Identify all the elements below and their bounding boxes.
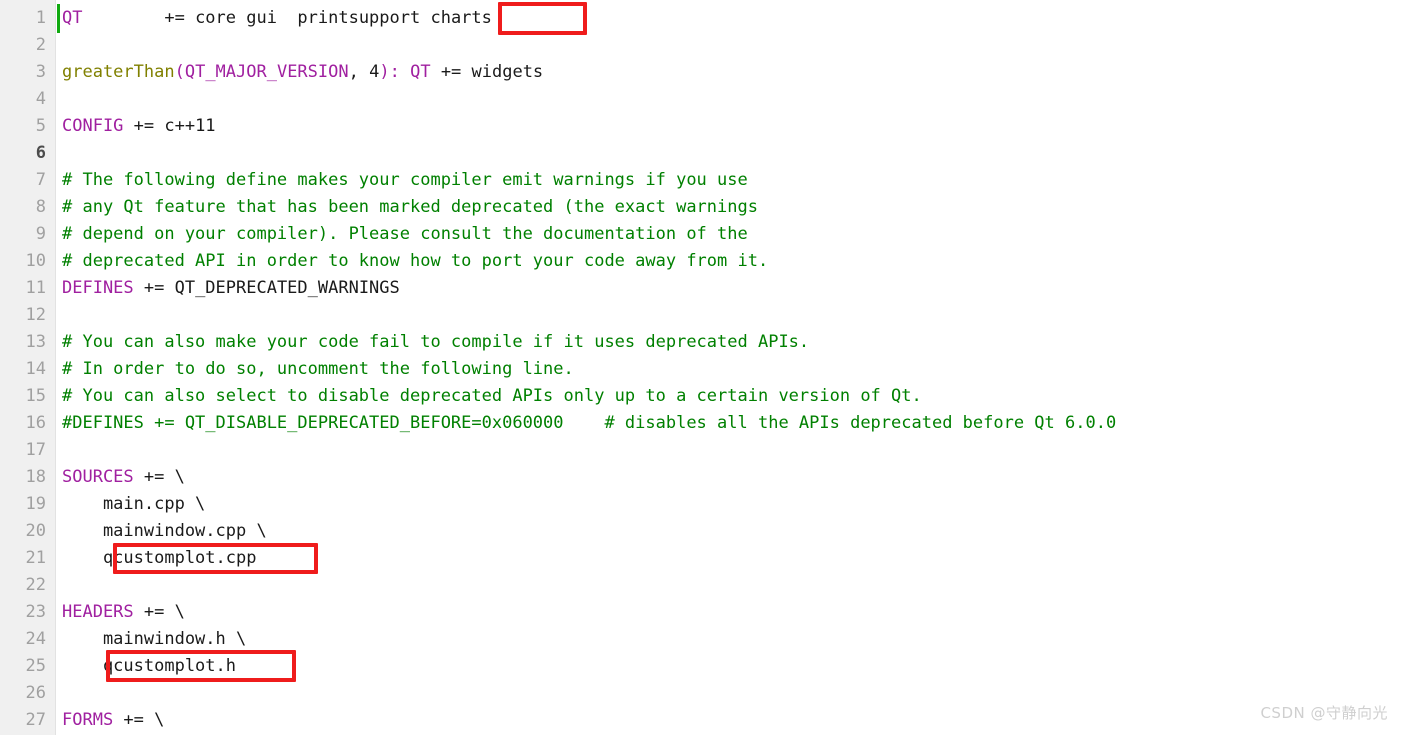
token-kw: ) [379,62,390,82]
code-line-9[interactable]: # depend on your compiler). Please consu… [56,221,748,248]
token-kw: QT [62,8,83,28]
code-line-12[interactable] [56,302,62,329]
line-number-7: 7 [35,170,46,190]
token-plain: += core gui printsupport charts [82,8,492,28]
line-number-18: 18 [25,467,46,487]
line-number-10: 10 [25,251,46,271]
token-cmt: # In order to do so, uncomment the follo… [62,359,574,379]
code-line-20[interactable]: mainwindow.cpp \ [56,518,267,545]
line-number-19: 19 [25,494,46,514]
code-editor[interactable]: 1 2 3 4 5 6 7 8 9 10 11 12 13 14 15 16 17 18 19 20 21 22 23 24 2… [0,0,1404,735]
line-number-24: 24 [25,629,46,649]
line-number-21: 21 [25,548,46,568]
token-cmt: # The following define makes your compil… [62,170,748,190]
token-plain: += \ [133,602,185,622]
token-plain: main.cpp \ [62,494,206,514]
token-cmt: # You can also select to disable depreca… [62,386,922,406]
token-kw: ( [174,62,185,82]
code-line-11[interactable]: DEFINES += QT_DEPRECATED_WARNINGS [56,275,400,302]
line-number-5: 5 [35,116,46,136]
token-cmt: # You can also make your code fail to co… [62,332,810,352]
code-line-24[interactable]: mainwindow.h \ [56,626,246,653]
code-line-5[interactable]: CONFIG += c++11 [56,113,216,140]
token-kw: SOURCES [62,467,134,487]
token-kw: HEADERS [62,602,134,622]
csdn-watermark: CSDN @守静向光 [1260,704,1388,722]
token-plain: qcustomplot.cpp [62,548,257,568]
code-line-15[interactable]: # You can also select to disable depreca… [56,383,922,410]
line-number-2: 2 [35,35,46,55]
code-line-1[interactable]: QT += core gui printsupport charts [56,5,492,32]
line-number-12: 12 [25,305,46,325]
code-line-23[interactable]: HEADERS += \ [56,599,185,626]
code-line-17[interactable] [56,437,62,464]
token-plain: qcustomplot.h [62,656,236,676]
line-number-26: 26 [25,683,46,703]
line-number-25: 25 [25,656,46,676]
token-plain: += QT_DEPRECATED_WARNINGS [133,278,400,298]
line-number-6: 6 [35,143,46,163]
token-kw: QT_MAJOR_VERSION [184,62,349,82]
token-plain: += \ [113,710,165,730]
line-number-23: 23 [25,602,46,622]
code-line-16[interactable]: #DEFINES += QT_DISABLE_DEPRECATED_BEFORE… [56,410,1116,437]
code-line-27[interactable]: FORMS += \ [56,707,164,734]
token-kw: QT [410,62,431,82]
token-plain: mainwindow.h \ [62,629,247,649]
line-number-9: 9 [35,224,46,244]
code-line-18[interactable]: SOURCES += \ [56,464,185,491]
code-line-13[interactable]: # You can also make your code fail to co… [56,329,809,356]
token-cmt: # deprecated API in order to know how to… [62,251,769,271]
line-number-3: 3 [35,62,46,82]
text-caret [57,4,60,33]
code-line-3[interactable]: greaterThan(QT_MAJOR_VERSION, 4): QT += … [56,59,543,86]
token-plain: , [348,62,370,82]
code-line-8[interactable]: # any Qt feature that has been marked de… [56,194,758,221]
line-number-13: 13 [25,332,46,352]
token-cmt: # any Qt feature that has been marked de… [62,197,758,217]
line-number-20: 20 [25,521,46,541]
code-line-14[interactable]: # In order to do so, uncomment the follo… [56,356,574,383]
token-plain: 4 [369,62,380,82]
token-kw: : [389,62,400,82]
code-line-26[interactable] [56,680,62,707]
code-line-21[interactable]: qcustomplot.cpp [56,545,257,572]
line-number-11: 11 [25,278,46,298]
token-plain: += widgets [430,62,544,82]
code-line-2[interactable] [56,32,62,59]
code-line-10[interactable]: # deprecated API in order to know how to… [56,248,768,275]
token-fn: greaterThan [62,62,175,82]
line-number-8: 8 [35,197,46,217]
token-kw: DEFINES [62,278,134,298]
code-line-6[interactable] [56,140,62,167]
code-content-area[interactable]: QT += core gui printsupport charts greate… [56,0,1404,735]
token-kw: CONFIG [62,116,124,136]
line-number-17: 17 [25,440,46,460]
line-number-15: 15 [25,386,46,406]
line-number-gutter: 1 2 3 4 5 6 7 8 9 10 11 12 13 14 15 16 17 18 19 20 21 22 23 24 2… [0,0,56,735]
line-number-1: 1 [35,8,46,28]
line-number-22: 22 [25,575,46,595]
token-plain: mainwindow.cpp \ [62,521,267,541]
code-line-19[interactable]: main.cpp \ [56,491,205,518]
code-line-25[interactable]: qcustomplot.h [56,653,236,680]
token-plain: += c++11 [123,116,216,136]
token-plain: += \ [133,467,185,487]
token-cmt: #DEFINES += QT_DISABLE_DEPRECATED_BEFORE… [62,413,1117,433]
code-line-22[interactable] [56,572,62,599]
line-number-14: 14 [25,359,46,379]
token-kw: FORMS [62,710,114,730]
line-number-27: 27 [25,710,46,730]
code-line-7[interactable]: # The following define makes your compil… [56,167,748,194]
line-number-16: 16 [25,413,46,433]
token-cmt: # depend on your compiler). Please consu… [62,224,748,244]
line-number-4: 4 [35,89,46,109]
code-line-4[interactable] [56,86,62,113]
